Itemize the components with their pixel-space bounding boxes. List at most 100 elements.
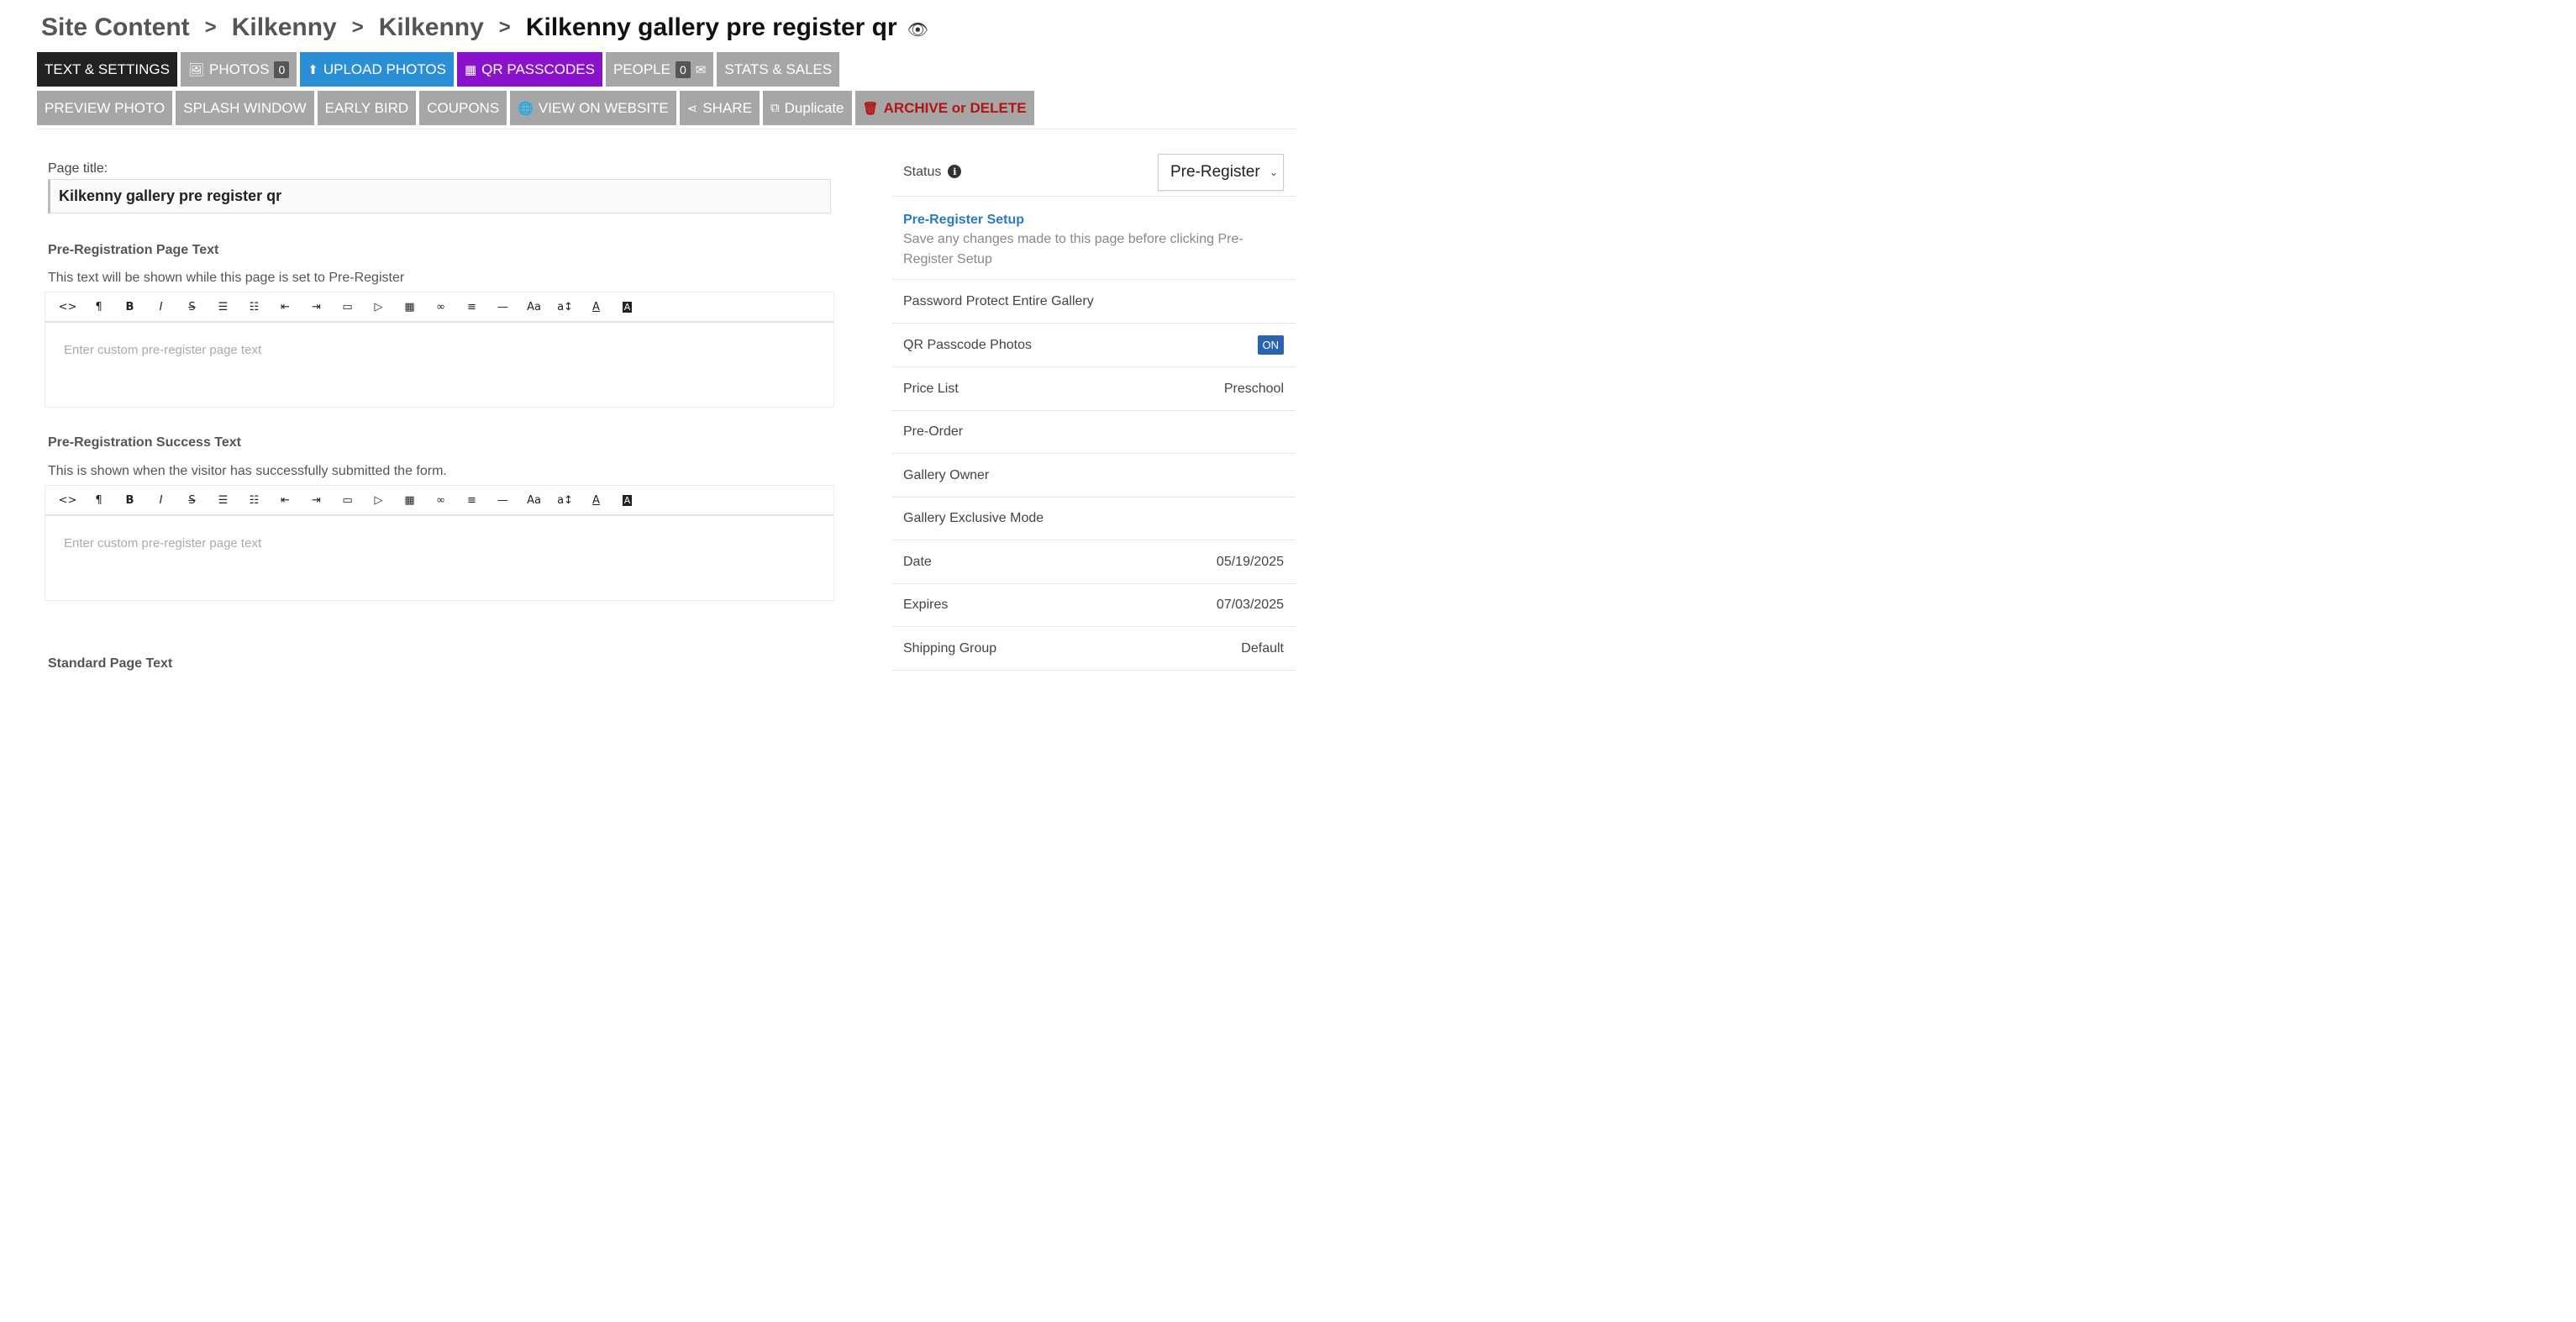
tab-label: COUPONS xyxy=(427,99,500,116)
qr-passcode-row[interactable]: QR Passcode Photos ON xyxy=(892,324,1296,367)
success-text-area[interactable]: Enter custom pre-register page text xyxy=(45,516,833,600)
tab-view-on-website[interactable]: 🌐 VIEW ON WEBSITE xyxy=(510,91,676,125)
shipping-group-value: Default xyxy=(1241,640,1284,656)
strikethrough-icon[interactable]: S xyxy=(176,494,208,507)
paragraph-icon[interactable]: ¶ xyxy=(83,494,114,507)
eye-icon[interactable]: 👁 xyxy=(907,19,928,40)
tab-duplicate[interactable]: ⧉ Duplicate xyxy=(762,91,852,125)
prereg-text-desc: This text will be shown while this page … xyxy=(48,271,405,285)
date-row[interactable]: Date 05/19/2025 xyxy=(892,540,1296,584)
indent-icon[interactable]: ⇥ xyxy=(301,494,332,507)
tab-early-bird[interactable]: EARLY BIRD xyxy=(317,91,417,125)
expires-value: 07/03/2025 xyxy=(1216,598,1284,612)
breadcrumb-kilkenny-1[interactable]: Kilkenny xyxy=(232,13,337,42)
text-color-icon[interactable]: A xyxy=(581,301,612,313)
breadcrumb-site-content[interactable]: Site Content xyxy=(41,13,190,42)
status-select-value: Pre-Register xyxy=(1170,162,1260,181)
exclusive-mode-row[interactable]: Gallery Exclusive Mode xyxy=(892,498,1296,540)
prereg-text-area[interactable]: Enter custom pre-register page text xyxy=(45,323,833,407)
tab-coupons[interactable]: COUPONS xyxy=(419,91,507,125)
background-color-icon[interactable]: A xyxy=(612,494,643,507)
tab-qr-passcodes[interactable]: ▦ QR PASSCODES xyxy=(456,52,602,87)
prereg-setup-note: Save any changes made to this page befor… xyxy=(903,232,1243,266)
exclusive-mode-label: Gallery Exclusive Mode xyxy=(903,511,1044,525)
status-select[interactable]: Pre-Register ⌄ xyxy=(1158,153,1284,191)
paragraph-icon[interactable]: ¶ xyxy=(83,301,114,313)
unordered-list-icon[interactable]: ☰ xyxy=(208,494,239,507)
tab-label: VIEW ON WEBSITE xyxy=(538,99,669,116)
pre-order-row[interactable]: Pre-Order xyxy=(892,411,1296,454)
chevron-right-icon: > xyxy=(204,16,217,39)
price-list-label: Price List xyxy=(903,381,959,396)
chevron-right-icon: > xyxy=(351,16,364,39)
breadcrumb-kilkenny-2[interactable]: Kilkenny xyxy=(379,13,484,42)
info-icon[interactable]: i xyxy=(948,165,962,178)
table-icon[interactable]: ▦ xyxy=(394,494,425,507)
copy-icon: ⧉ xyxy=(770,101,780,115)
image-icon[interactable]: ▭ xyxy=(332,301,363,313)
line-height-icon[interactable]: a↕ xyxy=(549,494,581,507)
outdent-icon[interactable]: ⇤ xyxy=(270,494,301,507)
bold-icon[interactable]: B xyxy=(114,494,145,507)
tab-upload-photos[interactable]: ⬆ UPLOAD PHOTOS xyxy=(300,52,454,87)
italic-icon[interactable]: I xyxy=(145,301,176,313)
price-list-value: Preschool xyxy=(1223,381,1284,396)
ordered-list-icon[interactable]: ☷ xyxy=(239,494,270,507)
tab-label: UPLOAD PHOTOS xyxy=(323,61,446,77)
expires-row[interactable]: Expires 07/03/2025 xyxy=(892,584,1296,627)
tab-label: Duplicate xyxy=(784,99,844,116)
tab-preview-photo[interactable]: PREVIEW PHOTO xyxy=(37,91,173,125)
code-view-icon[interactable]: <> xyxy=(52,494,83,507)
qr-code-icon: ▦ xyxy=(464,62,477,77)
tab-label: EARLY BIRD xyxy=(324,99,409,116)
font-size-icon[interactable]: Aa xyxy=(518,494,549,507)
page-title-input[interactable] xyxy=(48,179,831,213)
qr-passcode-label: QR Passcode Photos xyxy=(903,337,1032,352)
qr-passcode-toggle[interactable]: ON xyxy=(1257,335,1284,355)
indent-icon[interactable]: ⇥ xyxy=(301,301,332,313)
shipping-group-row[interactable]: Shipping Group Default xyxy=(892,627,1296,671)
unordered-list-icon[interactable]: ☰ xyxy=(208,301,239,313)
tab-text-settings[interactable]: TEXT & SETTINGS xyxy=(37,52,177,87)
tab-stats-sales[interactable]: STATS & SALES xyxy=(717,52,840,87)
success-text-desc: This is shown when the visitor has succe… xyxy=(48,464,447,478)
bold-icon[interactable]: B xyxy=(114,301,145,313)
table-icon[interactable]: ▦ xyxy=(394,301,425,313)
tab-share[interactable]: ⋖ SHARE xyxy=(679,91,760,125)
gallery-owner-row[interactable]: Gallery Owner xyxy=(892,454,1296,498)
editor-placeholder: Enter custom pre-register page text xyxy=(64,536,262,550)
horizontal-rule-icon[interactable]: — xyxy=(487,301,518,313)
prereg-setup-link[interactable]: Pre-Register Setup xyxy=(903,213,1284,228)
outdent-icon[interactable]: ⇤ xyxy=(270,301,301,313)
text-color-icon[interactable]: A xyxy=(581,494,612,507)
photos-count-badge: 0 xyxy=(274,61,290,78)
ordered-list-icon[interactable]: ☷ xyxy=(239,301,270,313)
align-icon[interactable]: ≡ xyxy=(456,301,487,313)
password-protect-row[interactable]: Password Protect Entire Gallery xyxy=(892,280,1296,324)
tab-splash-window[interactable]: SPLASH WINDOW xyxy=(176,91,314,125)
password-protect-label: Password Protect Entire Gallery xyxy=(903,293,1094,308)
align-icon[interactable]: ≡ xyxy=(456,494,487,507)
video-icon[interactable]: ▷ xyxy=(363,494,394,507)
page-title-label: Page title: xyxy=(48,161,108,176)
success-text-editor: <> ¶ B I S ☰ ☷ ⇤ ⇥ ▭ ▷ ▦ ∞ ≡ — Aa a↕ A A… xyxy=(45,485,834,601)
link-icon[interactable]: ∞ xyxy=(425,301,456,313)
font-size-icon[interactable]: Aa xyxy=(518,301,549,313)
italic-icon[interactable]: I xyxy=(145,494,176,507)
photos-icon: 🖼 xyxy=(187,62,204,77)
strikethrough-icon[interactable]: S xyxy=(176,301,208,313)
tab-label: STATS & SALES xyxy=(724,61,833,77)
line-height-icon[interactable]: a↕ xyxy=(549,301,581,313)
video-icon[interactable]: ▷ xyxy=(363,301,394,313)
tab-people[interactable]: PEOPLE 0 ✉ xyxy=(605,52,714,87)
background-color-icon[interactable]: A xyxy=(612,301,643,313)
code-view-icon[interactable]: <> xyxy=(52,301,83,313)
tab-photos[interactable]: 🖼 PHOTOS 0 xyxy=(180,52,297,87)
breadcrumb: Site Content > Kilkenny > Kilkenny > Kil… xyxy=(41,11,928,45)
tab-archive-delete[interactable]: 🗑 ARCHIVE or DELETE xyxy=(854,91,1034,125)
image-icon[interactable]: ▭ xyxy=(332,494,363,507)
link-icon[interactable]: ∞ xyxy=(425,494,456,507)
price-list-row[interactable]: Price List Preschool xyxy=(892,367,1296,411)
trash-icon: 🗑 xyxy=(862,101,879,116)
horizontal-rule-icon[interactable]: — xyxy=(487,494,518,507)
